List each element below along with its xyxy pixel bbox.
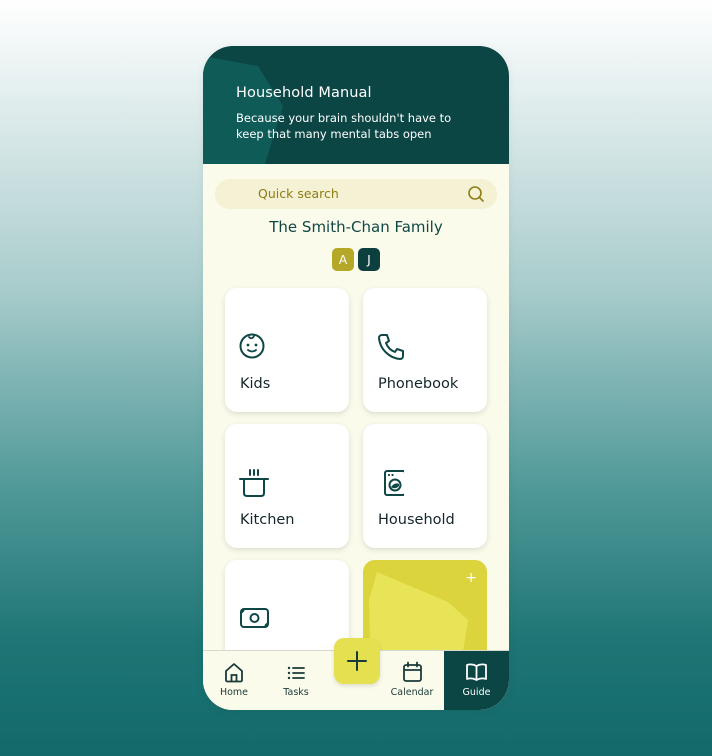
list-icon bbox=[287, 666, 305, 680]
card-household[interactable]: Household bbox=[363, 424, 487, 548]
page-title: Household Manual bbox=[236, 85, 372, 101]
card-label: Household bbox=[378, 512, 455, 528]
phone-icon bbox=[378, 334, 404, 360]
family-name: The Smith-Chan Family bbox=[269, 218, 443, 236]
nav-calendar[interactable]: Calendar bbox=[381, 651, 443, 710]
calendar-icon bbox=[403, 661, 422, 682]
nav-label: Guide bbox=[462, 687, 491, 698]
cooking-pot-icon bbox=[239, 469, 269, 497]
card-kitchen[interactable]: Kitchen bbox=[225, 424, 349, 548]
home-icon bbox=[225, 663, 243, 683]
card-label: Phonebook bbox=[378, 376, 459, 392]
nav-label: Calendar bbox=[390, 687, 434, 698]
plus-icon bbox=[347, 651, 367, 671]
header: Household Manual Because your brain shou… bbox=[203, 46, 509, 164]
add-button[interactable] bbox=[334, 638, 380, 684]
washing-machine-icon bbox=[384, 470, 404, 496]
plus-icon[interactable]: + bbox=[465, 570, 477, 586]
card-label: Kids bbox=[240, 376, 271, 392]
baby-face-icon bbox=[239, 333, 265, 359]
nav-guide[interactable]: Guide bbox=[444, 651, 509, 710]
nav-home[interactable]: Home bbox=[203, 651, 265, 710]
page-subtitle: Because your brain shouldn't have to kee… bbox=[236, 111, 452, 141]
avatar[interactable]: J bbox=[358, 248, 380, 271]
search-bar[interactable]: Quick search bbox=[215, 179, 497, 209]
avatar[interactable]: A bbox=[332, 248, 354, 271]
app-screen: Household Manual Because your brain shou… bbox=[203, 46, 509, 710]
card-kids[interactable]: Kids bbox=[225, 288, 349, 412]
open-book-icon bbox=[466, 663, 487, 681]
search-icon[interactable] bbox=[467, 185, 485, 203]
money-icon bbox=[240, 608, 269, 628]
card-phonebook[interactable]: Phonebook bbox=[363, 288, 487, 412]
nav-label: Home bbox=[219, 687, 249, 698]
nav-label: Tasks bbox=[283, 687, 309, 698]
nav-tasks[interactable]: Tasks bbox=[265, 651, 327, 710]
header-decoration bbox=[203, 56, 283, 164]
card-label: Kitchen bbox=[240, 512, 295, 528]
search-input[interactable]: Quick search bbox=[258, 186, 339, 201]
